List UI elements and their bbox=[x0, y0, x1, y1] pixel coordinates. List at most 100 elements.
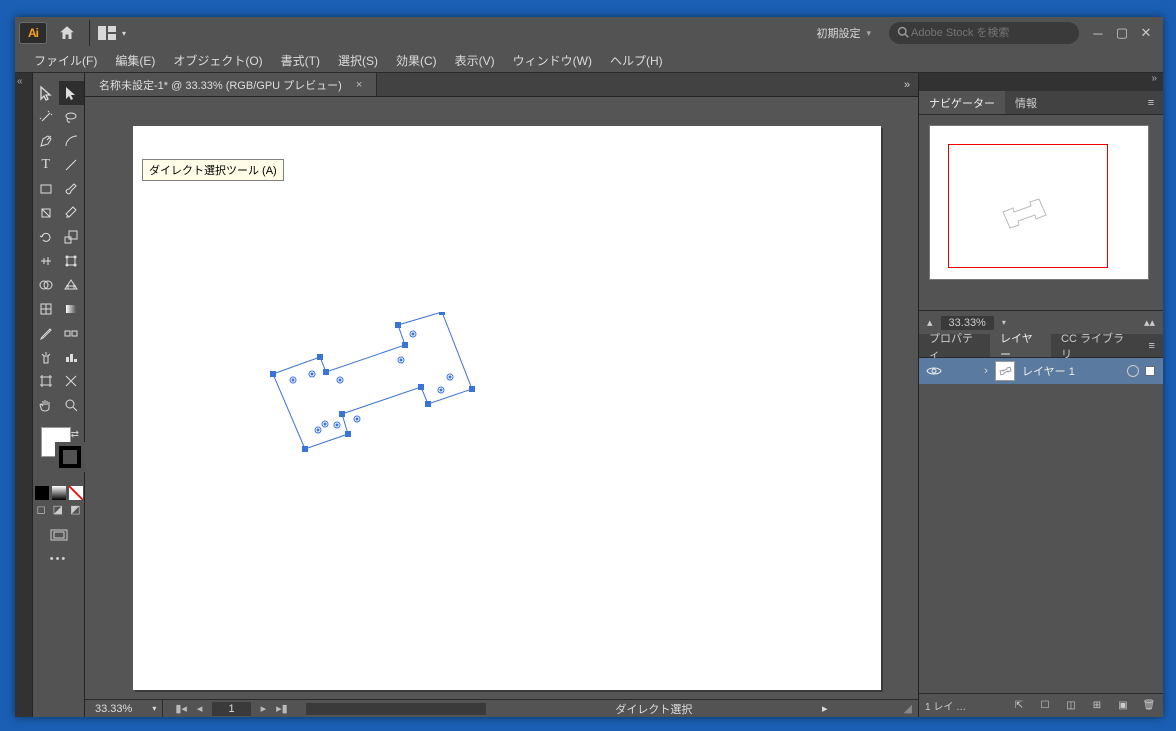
make-clipping-mask-icon[interactable]: ◫ bbox=[1063, 700, 1079, 711]
free-transform-tool[interactable] bbox=[59, 249, 85, 273]
status-resize-grip[interactable]: ◢ bbox=[904, 702, 912, 715]
stock-search[interactable] bbox=[889, 22, 1079, 44]
artboard[interactable] bbox=[133, 126, 881, 690]
magic-wand-tool[interactable] bbox=[33, 105, 59, 129]
menu-view[interactable]: 表示(V) bbox=[446, 49, 504, 73]
navigator-zoom-value[interactable]: 33.33% bbox=[941, 316, 994, 330]
menu-window[interactable]: ウィンドウ(W) bbox=[504, 49, 601, 73]
selection-color-icon[interactable] bbox=[1145, 366, 1155, 376]
draw-behind-icon[interactable]: ◪ bbox=[53, 503, 63, 523]
expand-left-icon[interactable]: « bbox=[17, 76, 23, 87]
new-sublayer-icon[interactable]: ⊞ bbox=[1089, 700, 1105, 711]
home-button[interactable] bbox=[53, 22, 81, 44]
menu-effect[interactable]: 効果(C) bbox=[387, 49, 446, 73]
collect-export-icon[interactable]: ☐ bbox=[1037, 700, 1053, 711]
type-tool[interactable]: T bbox=[33, 153, 59, 177]
line-segment-tool[interactable] bbox=[59, 153, 85, 177]
menu-object[interactable]: オブジェクト(O) bbox=[164, 49, 271, 73]
nav-last-icon[interactable]: ▸▮ bbox=[276, 702, 288, 715]
tabbar-menu-icon[interactable]: » bbox=[896, 73, 918, 96]
navigator-thumbnail[interactable] bbox=[929, 125, 1149, 280]
color-mode-none[interactable] bbox=[67, 483, 84, 503]
nav-first-icon[interactable]: ▮◂ bbox=[175, 702, 187, 715]
zoom-out-icon[interactable]: ▴ bbox=[927, 316, 933, 329]
color-mode-solid[interactable] bbox=[33, 483, 50, 503]
direct-selection-tool[interactable] bbox=[59, 81, 85, 105]
close-button[interactable]: ✕ bbox=[1139, 26, 1153, 40]
eyedropper-tool[interactable] bbox=[33, 321, 59, 345]
draw-normal-icon[interactable]: ◻ bbox=[37, 503, 46, 523]
target-icon[interactable] bbox=[1127, 365, 1139, 377]
navigator-body[interactable] bbox=[919, 115, 1163, 310]
symbol-sprayer-tool[interactable] bbox=[33, 345, 59, 369]
swap-fill-stroke-icon[interactable]: ⇄ bbox=[71, 429, 79, 440]
color-mode-gradient[interactable] bbox=[50, 483, 67, 503]
new-layer-icon[interactable]: ▣ bbox=[1115, 700, 1131, 711]
minimize-button[interactable]: ─ bbox=[1091, 26, 1105, 40]
screen-mode-button[interactable] bbox=[33, 529, 84, 543]
gradient-tool[interactable] bbox=[59, 297, 85, 321]
eraser-tool[interactable] bbox=[59, 201, 85, 225]
panel-menu-icon[interactable]: ≡ bbox=[1140, 334, 1163, 357]
zoom-in-icon[interactable]: ▴▴ bbox=[1144, 316, 1155, 329]
zoom-dropdown[interactable]: 33.33% ▾ bbox=[85, 700, 163, 717]
horizontal-scrollbar[interactable] bbox=[306, 703, 486, 715]
paintbrush-tool[interactable] bbox=[59, 177, 85, 201]
rotate-tool[interactable] bbox=[33, 225, 59, 249]
stroke-swatch[interactable] bbox=[55, 442, 85, 472]
tab-info[interactable]: 情報 bbox=[1005, 91, 1047, 114]
curvature-tool[interactable] bbox=[59, 129, 85, 153]
workspace-switcher[interactable]: 初期設定 ▾ bbox=[806, 22, 881, 44]
tab-navigator[interactable]: ナビゲーター bbox=[919, 91, 1005, 114]
delete-layer-icon[interactable]: 🗑 bbox=[1141, 700, 1157, 711]
tab-properties[interactable]: プロパティ bbox=[919, 334, 990, 357]
menu-edit[interactable]: 編集(E) bbox=[106, 49, 164, 73]
artboard-number[interactable]: 1 bbox=[212, 702, 250, 716]
mesh-tool[interactable] bbox=[33, 297, 59, 321]
slice-tool[interactable] bbox=[59, 369, 85, 393]
navigator-panel: ナビゲーター 情報 ≡ ▴ 33.33% ▾ bbox=[919, 91, 1163, 334]
column-graph-tool[interactable] bbox=[59, 345, 85, 369]
artboard-tool[interactable] bbox=[33, 369, 59, 393]
width-tool[interactable] bbox=[33, 249, 59, 273]
menu-select[interactable]: 選択(S) bbox=[329, 49, 387, 73]
perspective-grid-tool[interactable] bbox=[59, 273, 85, 297]
hand-tool[interactable] bbox=[33, 393, 59, 417]
close-tab-icon[interactable]: × bbox=[352, 79, 366, 91]
shaper-tool[interactable] bbox=[33, 201, 59, 225]
left-panel-strip[interactable]: « bbox=[15, 73, 33, 717]
layer-row[interactable]: › レイヤー 1 bbox=[919, 358, 1163, 384]
layer-name[interactable]: レイヤー 1 bbox=[1022, 363, 1127, 379]
tab-cc-libraries[interactable]: CC ライブラリ bbox=[1051, 334, 1140, 357]
fill-stroke-swatches[interactable]: ⇄ bbox=[33, 427, 84, 479]
blend-tool[interactable] bbox=[59, 321, 85, 345]
collapse-panels-icon[interactable]: » bbox=[919, 73, 1163, 91]
locate-object-icon[interactable]: ⇱ bbox=[1011, 700, 1027, 711]
menu-help[interactable]: ヘルプ(H) bbox=[601, 49, 672, 73]
draw-inside-icon[interactable]: ◩ bbox=[70, 503, 80, 523]
scale-tool[interactable] bbox=[59, 225, 85, 249]
canvas[interactable]: ダイレクト選択ツール (A) bbox=[85, 97, 918, 699]
visibility-toggle[interactable] bbox=[919, 365, 949, 377]
arrange-documents-button[interactable]: ▾ bbox=[98, 26, 128, 40]
menu-file[interactable]: ファイル(F) bbox=[25, 49, 106, 73]
maximize-button[interactable]: ▢ bbox=[1115, 26, 1129, 40]
rectangle-tool[interactable] bbox=[33, 177, 59, 201]
stock-search-input[interactable] bbox=[911, 27, 1071, 39]
edit-toolbar-button[interactable]: ••• bbox=[33, 553, 84, 565]
expand-layer-icon[interactable]: › bbox=[977, 365, 995, 377]
selection-tool[interactable] bbox=[33, 81, 59, 105]
document-tab[interactable]: 名称未設定-1* @ 33.33% (RGB/GPU プレビュー) × bbox=[85, 73, 377, 96]
status-play-icon[interactable]: ▸ bbox=[822, 702, 828, 715]
panel-menu-icon[interactable]: ≡ bbox=[1139, 91, 1163, 114]
selected-path[interactable] bbox=[265, 312, 495, 465]
lasso-tool[interactable] bbox=[59, 105, 85, 129]
tab-layers[interactable]: レイヤー bbox=[990, 334, 1051, 357]
zoom-tool[interactable] bbox=[59, 393, 85, 417]
nav-prev-icon[interactable]: ◂ bbox=[197, 702, 203, 715]
menu-type[interactable]: 書式(T) bbox=[272, 49, 329, 73]
shape-builder-tool[interactable] bbox=[33, 273, 59, 297]
nav-next-icon[interactable]: ▸ bbox=[261, 702, 267, 715]
chevron-down-icon[interactable]: ▾ bbox=[1002, 318, 1006, 327]
pen-tool[interactable] bbox=[33, 129, 59, 153]
